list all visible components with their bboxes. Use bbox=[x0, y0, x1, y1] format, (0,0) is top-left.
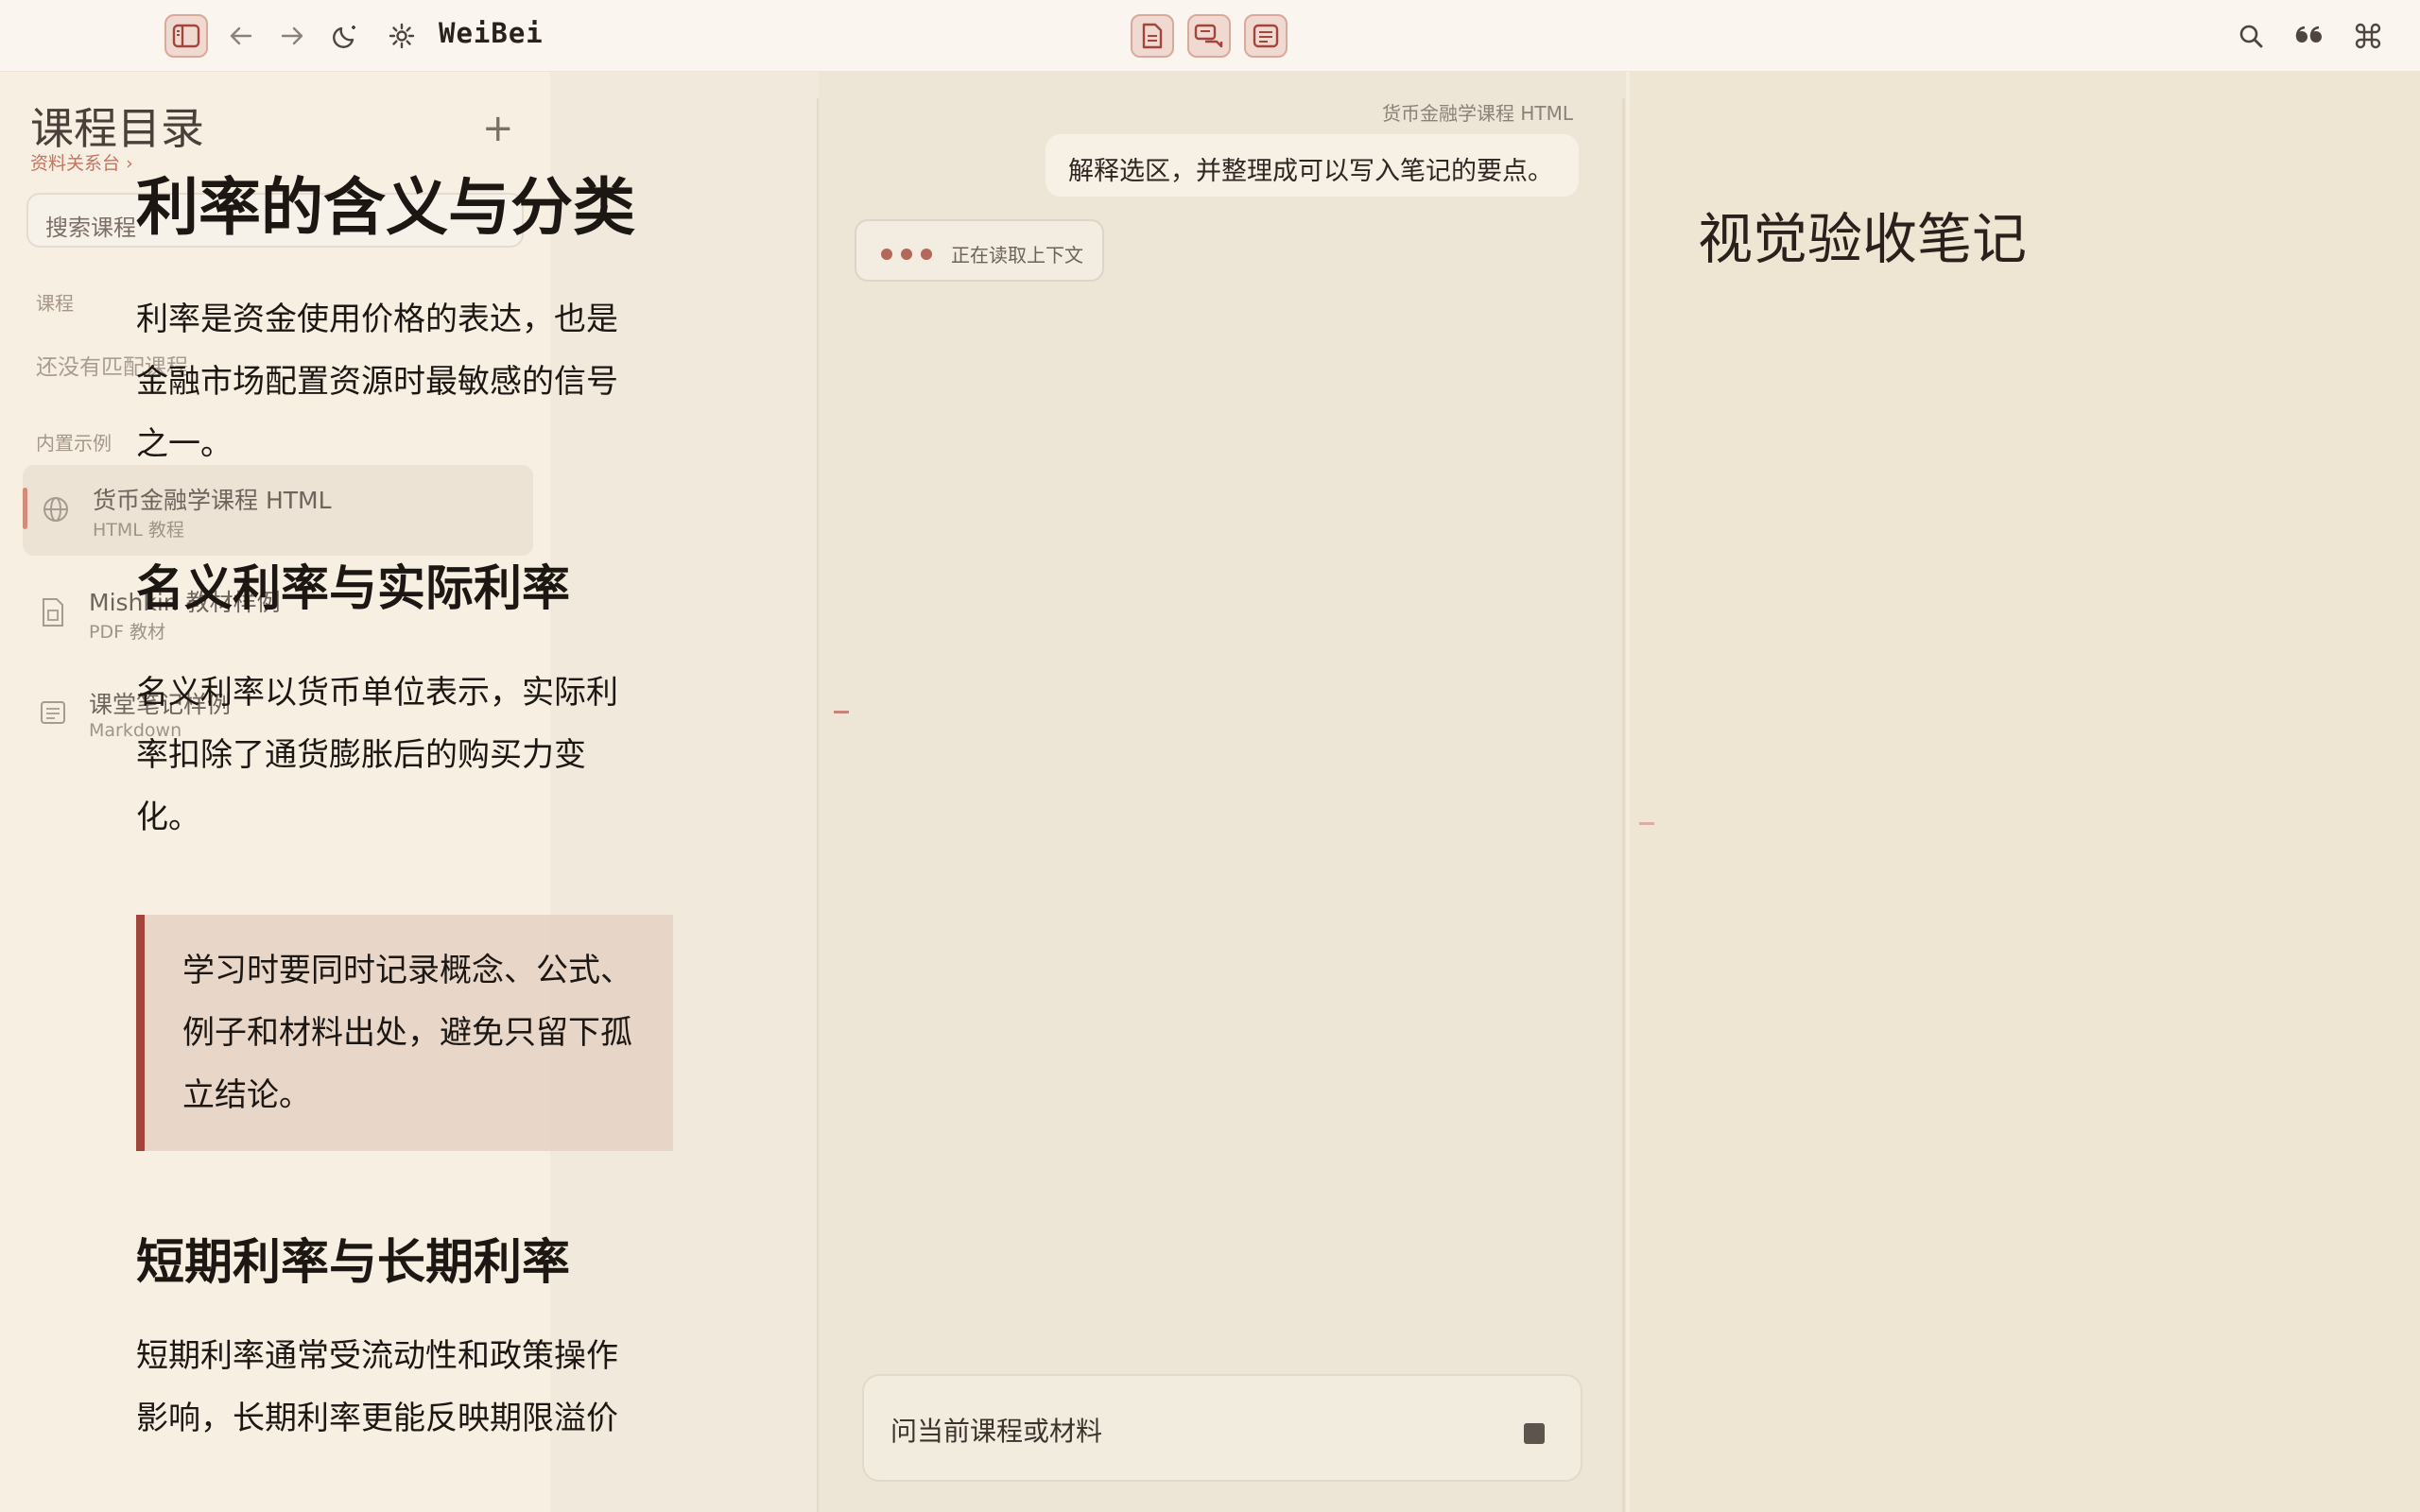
chat-source-label: 货币金融学课程 HTML bbox=[1382, 102, 1574, 125]
document-heading: 短期利率与长期利率 bbox=[136, 1235, 571, 1292]
chat-icon bbox=[1194, 23, 1224, 49]
document-icon bbox=[1141, 23, 1164, 49]
top-toolbar: WeiBei bbox=[0, 0, 2420, 72]
sidebar-subtitle-label: 资料关系台 bbox=[30, 153, 121, 174]
command-button[interactable] bbox=[2346, 14, 2390, 58]
document-view-button[interactable] bbox=[1131, 14, 1174, 58]
notes-view-button[interactable] bbox=[1244, 14, 1288, 58]
sidebar-toggle-button[interactable] bbox=[164, 14, 208, 58]
globe-icon bbox=[42, 495, 70, 524]
notes-panel-icon bbox=[1253, 24, 1279, 48]
loading-dot bbox=[921, 249, 932, 260]
stop-button[interactable] bbox=[1524, 1423, 1545, 1444]
app-title: WeiBei bbox=[439, 17, 544, 49]
sidebar-subtitle-link[interactable]: 资料关系台 › bbox=[30, 149, 133, 175]
document-paragraph: 短期利率通常受流动性和政策操作影响，长期利率更能反映期限溢价 bbox=[136, 1336, 618, 1437]
notes-panel bbox=[1630, 72, 2420, 1512]
forward-arrow-icon bbox=[280, 26, 304, 46]
pdf-icon bbox=[40, 597, 68, 627]
quote-button[interactable] bbox=[2288, 14, 2331, 58]
sidebar-title: 课程目录 bbox=[30, 103, 204, 154]
search-icon bbox=[2238, 23, 2264, 49]
document-heading: 名义利率与实际利率 bbox=[136, 561, 571, 618]
document-callout: 学习时要同时记录概念、公式、例子和材料出处，避免只留下孤立结论。 bbox=[136, 915, 673, 1152]
section-heading-examples: 内置示例 bbox=[36, 432, 112, 455]
course-document: 利率的含义与分类 利率是资金使用价格的表达，也是金融市场配置资源时最敏感的信号之… bbox=[136, 170, 675, 1450]
document-paragraph: 名义利率以货币单位表示，实际利率扣除了通货膨胀后的购买力变化。 bbox=[136, 674, 618, 837]
dark-mode-button[interactable] bbox=[325, 14, 369, 58]
loading-dot bbox=[881, 249, 892, 260]
forward-button[interactable] bbox=[270, 14, 314, 58]
back-button[interactable] bbox=[219, 14, 263, 58]
chat-input-placeholder: 问当前课程或材料 bbox=[890, 1416, 1103, 1447]
chat-panel bbox=[819, 72, 1626, 1512]
notes-title: 视觉验收笔记 bbox=[1698, 207, 2028, 271]
panel-divider[interactable] bbox=[1622, 98, 1625, 1512]
chevron-right-icon: › bbox=[126, 153, 133, 174]
sidebar-toggle-icon bbox=[172, 24, 200, 48]
section-heading-courses: 课程 bbox=[36, 292, 74, 315]
dark-mode-icon bbox=[333, 22, 361, 50]
search-placeholder: 搜索课程 bbox=[45, 215, 136, 241]
user-message-bubble: 解释选区，并整理成可以写入笔记的要点。 bbox=[1046, 134, 1579, 197]
command-icon bbox=[2354, 22, 2382, 50]
resize-handle[interactable] bbox=[834, 711, 849, 713]
back-arrow-icon bbox=[229, 26, 253, 46]
document-paragraph: 利率是资金使用价格的表达，也是金融市场配置资源时最敏感的信号之一。 bbox=[136, 301, 618, 464]
active-indicator bbox=[23, 488, 27, 529]
status-text: 正在读取上下文 bbox=[951, 244, 1083, 266]
settings-button[interactable] bbox=[380, 14, 424, 58]
quote-icon bbox=[2294, 25, 2325, 47]
gear-icon bbox=[388, 22, 416, 50]
resize-handle[interactable] bbox=[1639, 822, 1654, 825]
add-course-button[interactable]: + bbox=[482, 110, 514, 147]
document-title: 利率的含义与分类 bbox=[136, 171, 635, 244]
loading-status: 正在读取上下文 bbox=[855, 219, 1104, 282]
loading-dot bbox=[901, 249, 912, 260]
notes-icon bbox=[40, 699, 68, 728]
search-button[interactable] bbox=[2229, 14, 2273, 58]
chat-view-button[interactable] bbox=[1187, 14, 1231, 58]
chat-input[interactable]: 问当前课程或材料 bbox=[862, 1374, 1582, 1482]
